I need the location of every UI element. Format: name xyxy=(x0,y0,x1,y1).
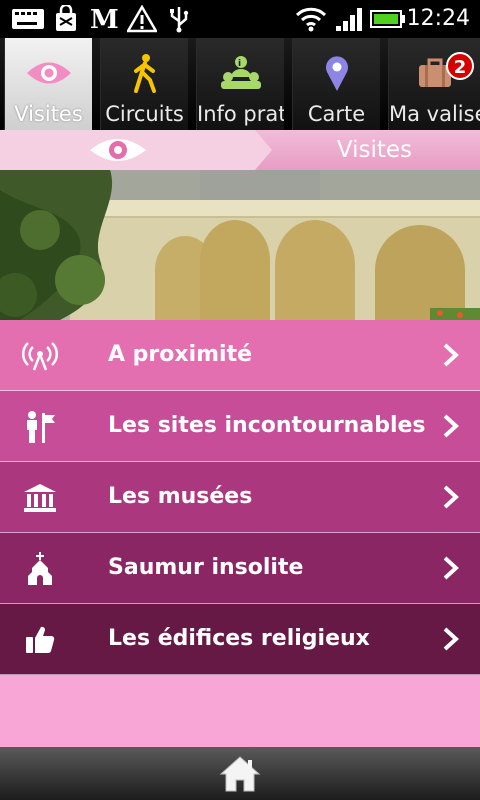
status-bar: M 12:24 xyxy=(0,0,480,38)
menu-item-a-proximite[interactable]: A proximité xyxy=(0,320,480,391)
menu-item-sites-incontournables[interactable]: Les sites incontournables xyxy=(0,391,480,462)
thumbs-up-icon xyxy=(20,620,60,660)
menu-item-label: A proximité xyxy=(108,342,253,367)
bridge-photo xyxy=(0,170,480,320)
menu-item-edifices-religieux[interactable]: Les édifices religieux xyxy=(0,604,480,675)
section-header: Visites xyxy=(0,130,480,170)
chevron-right-icon xyxy=(442,484,460,514)
banner-photo xyxy=(0,170,480,320)
svg-text:M: M xyxy=(90,6,119,32)
map-pin-icon xyxy=(293,48,380,98)
shopping-bag-icon xyxy=(50,5,82,33)
home-icon xyxy=(219,756,261,792)
menu-item-musees[interactable]: Les musées xyxy=(0,462,480,533)
menu-item-saumur-insolite[interactable]: Saumur insolite xyxy=(0,533,480,604)
battery-icon xyxy=(370,5,406,33)
tab-label: Visites xyxy=(14,102,83,126)
museum-icon xyxy=(20,478,60,518)
menu-item-label: Les sites incontournables xyxy=(108,413,426,438)
chevron-right-icon xyxy=(442,626,460,656)
menu-item-label: Les édifices religieux xyxy=(108,626,370,651)
tab-carte[interactable]: Carte xyxy=(292,38,380,130)
tab-visites[interactable]: Visites xyxy=(4,38,92,130)
keyboard-icon xyxy=(10,5,46,33)
menu-item-label: Les musées xyxy=(108,484,253,509)
tab-bar: Visites Circuits i Info prati Carte 2 Ma… xyxy=(0,38,480,130)
section-title: Visites xyxy=(336,137,412,163)
tab-label: Carte xyxy=(307,102,366,126)
bottom-bar xyxy=(0,747,480,800)
signal-icon xyxy=(334,5,366,33)
visites-menu: A proximité Les sites incontournables Le… xyxy=(0,320,480,675)
chevron-right-icon xyxy=(442,342,460,372)
tab-label: Circuits xyxy=(105,102,184,126)
wifi-icon xyxy=(294,5,328,33)
tab-info-pratique[interactable]: i Info prati xyxy=(196,38,284,130)
tab-circuits[interactable]: Circuits xyxy=(100,38,188,130)
tab-label: Info prati xyxy=(197,102,284,126)
signpost-icon xyxy=(20,407,60,447)
chevron-right-icon xyxy=(442,413,460,443)
tab-label: Ma valise xyxy=(389,102,480,126)
radar-icon xyxy=(20,336,60,376)
eye-icon xyxy=(88,134,148,170)
home-button[interactable] xyxy=(219,755,261,793)
eye-icon xyxy=(5,48,92,98)
tab-ma-valise[interactable]: 2 Ma valise xyxy=(388,38,480,130)
info-people-icon: i xyxy=(197,48,284,98)
svg-text:i: i xyxy=(238,59,241,69)
newspaper-icon: M xyxy=(88,5,120,33)
walker-icon xyxy=(101,48,188,98)
usb-icon xyxy=(164,5,194,33)
chevron-right-icon xyxy=(442,555,460,585)
menu-item-label: Saumur insolite xyxy=(108,555,304,580)
status-time: 12:24 xyxy=(406,6,470,31)
chapel-icon xyxy=(20,549,60,589)
cart-count-badge: 2 xyxy=(446,52,474,80)
warning-icon xyxy=(126,5,158,33)
